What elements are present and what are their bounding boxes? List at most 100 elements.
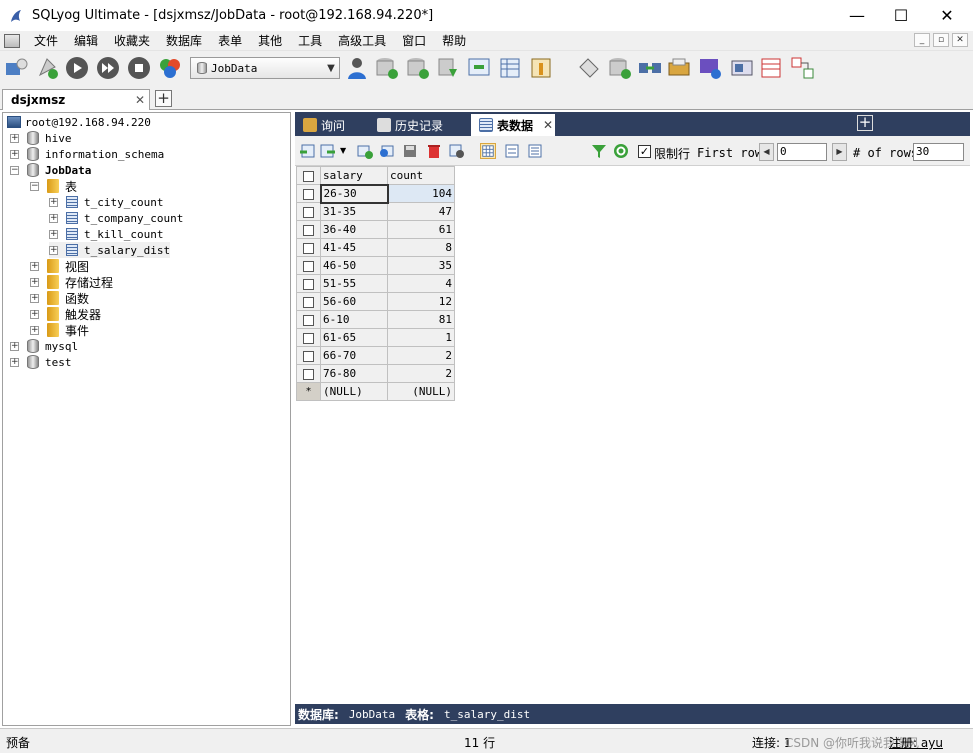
row-checkbox[interactable] <box>303 350 314 362</box>
row-checkbox[interactable] <box>303 260 314 272</box>
import-table-icon[interactable] <box>466 55 492 81</box>
cell-count[interactable]: 81 <box>387 310 455 329</box>
data-search-icon[interactable] <box>759 55 785 81</box>
row-checkbox[interactable] <box>303 296 314 308</box>
menu-tools[interactable]: 工具 <box>290 31 330 51</box>
cell-count[interactable]: 47 <box>387 202 455 221</box>
create-database-icon[interactable] <box>374 55 400 81</box>
row-checkbox[interactable] <box>303 314 314 326</box>
tag-icon[interactable] <box>576 55 602 81</box>
delete-row-icon[interactable] <box>426 143 442 159</box>
new-query-icon[interactable] <box>35 55 61 81</box>
cell-salary[interactable]: 46-50 <box>320 256 388 275</box>
tree-folder-views[interactable]: + 视图 <box>30 258 89 274</box>
tree-db-hive[interactable]: + hive <box>10 130 72 146</box>
table-row[interactable]: 6-10 81 <box>296 310 455 329</box>
new-connection-icon[interactable] <box>3 55 29 81</box>
maximize-button[interactable]: ☐ <box>878 0 924 31</box>
column-header-salary[interactable]: salary <box>320 166 388 185</box>
register-link[interactable]: 注册: ayu <box>889 734 943 751</box>
mdi-restore-button[interactable]: ▫ <box>933 33 949 47</box>
row-checkbox[interactable] <box>303 242 314 254</box>
collapse-icon[interactable]: − <box>10 165 19 175</box>
cell-salary[interactable]: 61-65 <box>320 328 388 347</box>
new-query-tab-button[interactable]: + <box>857 115 873 131</box>
tree-folder-functions[interactable]: + 函数 <box>30 290 89 306</box>
menu-window[interactable]: 窗口 <box>394 31 434 51</box>
row-checkbox-cell[interactable] <box>296 184 321 203</box>
table-row[interactable]: 46-50 35 <box>296 256 455 275</box>
duplicate-row-icon[interactable] <box>379 143 395 159</box>
row-checkbox-cell[interactable] <box>296 328 321 347</box>
row-checkbox-cell[interactable] <box>296 346 321 365</box>
form-view-icon[interactable] <box>504 143 520 159</box>
cell-count[interactable]: 104 <box>387 184 455 203</box>
new-connection-tab-button[interactable]: + <box>155 90 172 107</box>
cell-count[interactable]: 1 <box>387 328 455 347</box>
limit-rows-checkbox[interactable]: ✓ <box>638 145 651 158</box>
create-table-icon[interactable] <box>405 55 431 81</box>
menu-database[interactable]: 数据库 <box>158 31 210 51</box>
table-row[interactable]: 61-65 1 <box>296 328 455 347</box>
close-icon[interactable]: ✕ <box>135 93 149 107</box>
export-table-icon[interactable] <box>498 55 524 81</box>
copy-database-icon[interactable] <box>435 55 461 81</box>
table-row[interactable]: 51-55 4 <box>296 274 455 293</box>
row-checkbox[interactable] <box>303 206 314 218</box>
cell-salary[interactable]: 26-30 <box>319 183 389 204</box>
cell-count-null[interactable]: (NULL) <box>387 382 455 401</box>
tree-folder-tables[interactable]: − 表 <box>30 178 77 194</box>
menu-advanced-tools[interactable]: 高级工具 <box>330 31 394 51</box>
expand-icon[interactable]: + <box>10 133 19 143</box>
expand-icon[interactable]: + <box>10 149 19 159</box>
expand-icon[interactable]: + <box>49 245 58 255</box>
row-checkbox[interactable] <box>303 368 314 380</box>
connection-tab-dsjxmsz[interactable]: dsjxmsz ✕ <box>2 89 150 110</box>
mdi-minimize-button[interactable]: _ <box>914 33 930 47</box>
tree-folder-procedures[interactable]: + 存储过程 <box>30 274 113 290</box>
num-rows-input[interactable]: 30 <box>913 143 964 161</box>
menu-other[interactable]: 其他 <box>250 31 290 51</box>
database-sync-icon[interactable] <box>607 55 633 81</box>
row-checkbox-cell[interactable] <box>296 364 321 383</box>
select-all-checkbox[interactable] <box>303 170 314 182</box>
expand-icon[interactable]: + <box>49 229 58 239</box>
row-checkbox-cell[interactable] <box>296 202 321 221</box>
cell-salary[interactable]: 76-80 <box>320 364 388 383</box>
tree-table-t-city-count[interactable]: + t_city_count <box>49 194 163 210</box>
table-row[interactable]: 66-70 2 <box>296 346 455 365</box>
row-checkbox-cell[interactable] <box>296 256 321 275</box>
cell-count[interactable]: 2 <box>387 346 455 365</box>
cell-count[interactable]: 12 <box>387 292 455 311</box>
cell-count[interactable]: 61 <box>387 220 455 239</box>
tab-table-data[interactable]: 表数据 ✕ <box>471 114 555 136</box>
import-grid-icon[interactable] <box>320 143 336 159</box>
row-checkbox-cell[interactable] <box>296 220 321 239</box>
menu-edit[interactable]: 编辑 <box>66 31 106 51</box>
notifications-icon[interactable] <box>729 55 755 81</box>
user-manager-icon[interactable] <box>344 55 370 81</box>
expand-icon[interactable]: + <box>30 277 39 287</box>
expand-icon[interactable]: + <box>30 293 39 303</box>
tree-db-information-schema[interactable]: + information_schema <box>10 146 164 162</box>
expand-icon[interactable]: + <box>49 213 58 223</box>
first-row-input[interactable]: 0 <box>777 143 827 161</box>
cell-salary[interactable]: 41-45 <box>320 238 388 257</box>
refresh-icon[interactable] <box>613 143 629 159</box>
table-row[interactable]: 76-80 2 <box>296 364 455 383</box>
tree-db-mysql[interactable]: + mysql <box>10 338 78 354</box>
cancel-changes-icon[interactable] <box>449 143 465 159</box>
expand-icon[interactable]: + <box>30 325 39 335</box>
row-checkbox[interactable] <box>302 188 314 200</box>
schema-designer-icon[interactable] <box>157 55 183 81</box>
filter-icon[interactable] <box>591 143 607 159</box>
previous-page-button[interactable]: ◀ <box>759 143 774 161</box>
expand-icon[interactable]: + <box>49 197 58 207</box>
new-row[interactable]: * (NULL) (NULL) <box>296 382 455 401</box>
tab-query[interactable]: 询问 <box>295 114 367 136</box>
query-builder-icon[interactable] <box>790 55 816 81</box>
mdi-close-button[interactable]: ✕ <box>952 33 968 47</box>
collapse-icon[interactable]: − <box>30 181 39 191</box>
tree-db-test[interactable]: + test <box>10 354 72 370</box>
execute-all-icon[interactable] <box>95 55 121 81</box>
